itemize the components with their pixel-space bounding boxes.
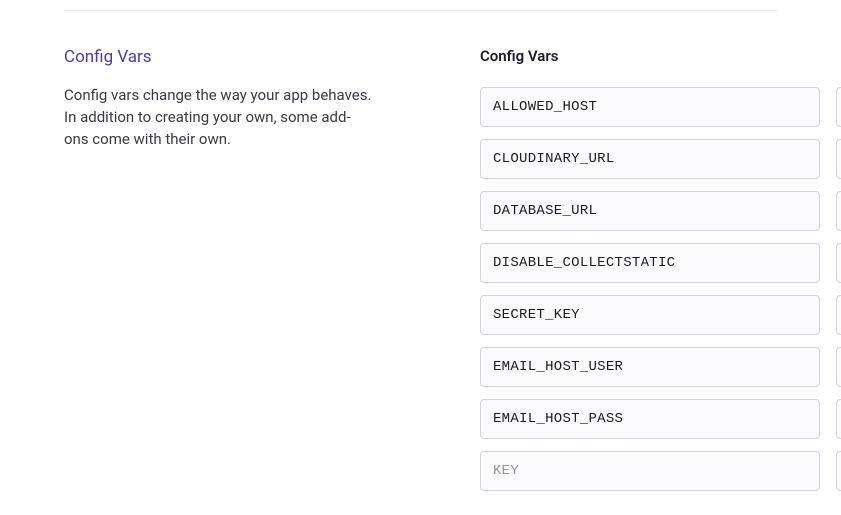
config-vars-section: Config Vars Config vars change the way y…: [0, 11, 841, 503]
section-description: Config vars change the way your app beha…: [64, 85, 374, 150]
config-var-value-input[interactable]: [836, 243, 841, 283]
config-var-key-input[interactable]: [480, 347, 820, 387]
config-var-new-row: [480, 451, 841, 491]
config-var-key-input[interactable]: [480, 139, 820, 179]
config-var-key-input[interactable]: [480, 399, 820, 439]
config-var-key-input[interactable]: [480, 243, 820, 283]
config-var-new-key-input[interactable]: [480, 451, 820, 491]
panel-title: Config Vars: [480, 47, 841, 65]
config-var-new-value-input[interactable]: [836, 451, 841, 491]
config-vars-panel: Config Vars: [480, 47, 841, 503]
config-var-key-input[interactable]: [480, 295, 820, 335]
section-title: Config Vars: [64, 47, 440, 67]
config-var-row: [480, 87, 841, 127]
config-var-value-input[interactable]: [836, 139, 841, 179]
config-var-row: [480, 139, 841, 179]
config-var-row: [480, 191, 841, 231]
config-var-row: [480, 399, 841, 439]
section-info: Config Vars Config vars change the way y…: [64, 47, 480, 503]
config-var-value-input[interactable]: [836, 347, 841, 387]
config-var-value-input[interactable]: [836, 399, 841, 439]
config-var-row: [480, 243, 841, 283]
config-var-value-input[interactable]: [836, 191, 841, 231]
config-var-key-input[interactable]: [480, 87, 820, 127]
config-var-row: [480, 295, 841, 335]
config-var-value-input[interactable]: [836, 295, 841, 335]
config-var-row: [480, 347, 841, 387]
config-var-key-input[interactable]: [480, 191, 820, 231]
config-var-value-input[interactable]: [836, 87, 841, 127]
